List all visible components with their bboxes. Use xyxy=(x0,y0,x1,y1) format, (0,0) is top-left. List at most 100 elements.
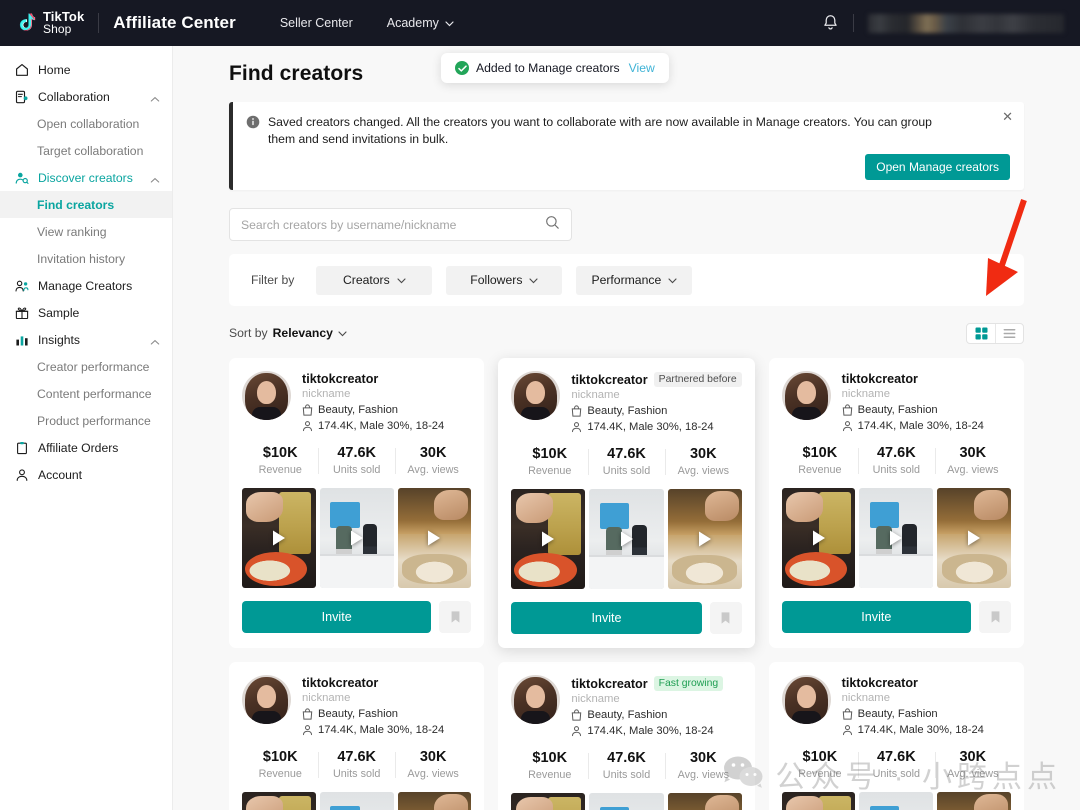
video-thumbnail[interactable] xyxy=(859,488,933,588)
sidebar-item-collaboration[interactable]: Collaboration xyxy=(0,83,172,110)
chevron-down-icon xyxy=(397,273,406,287)
home-icon xyxy=(14,62,29,77)
list-icon xyxy=(1003,328,1016,339)
sidebar-item-creator-performance[interactable]: Creator performance xyxy=(0,353,172,380)
bag-icon xyxy=(571,405,582,417)
bookmark-button[interactable] xyxy=(439,601,471,633)
creator-header: tiktokcreator Fast growing nickname Beau… xyxy=(511,675,741,737)
creator-card[interactable]: tiktokcreator nickname Beauty, Fashion 1… xyxy=(229,358,484,648)
sidebar-item-find-creators[interactable]: Find creators xyxy=(0,191,172,218)
sidebar-item-invitation-history[interactable]: Invitation history xyxy=(0,245,172,272)
creator-card[interactable]: tiktokcreator nickname Beauty, Fashion 1… xyxy=(229,662,484,810)
play-icon xyxy=(888,529,904,547)
sidebar-item-manage-creators[interactable]: Manage Creators xyxy=(0,272,172,299)
invite-button[interactable]: Invite xyxy=(242,601,431,633)
creator-categories-text: Beauty, Fashion xyxy=(858,708,938,720)
view-mode-toggle xyxy=(966,323,1024,344)
info-banner: ✕ Saved creators changed. All the creato… xyxy=(229,102,1024,190)
search-creators-box[interactable] xyxy=(229,208,572,241)
search-input[interactable] xyxy=(241,218,545,232)
stat-revenue: $10K Revenue xyxy=(511,446,588,477)
grid-view-button[interactable] xyxy=(967,324,995,343)
stat-units-sold-value: 47.6K xyxy=(858,749,934,765)
stat-revenue-label: Revenue xyxy=(511,465,588,477)
sidebar-item-product-performance[interactable]: Product performance xyxy=(0,407,172,434)
chevron-up-icon[interactable] xyxy=(150,173,160,183)
chevron-down-icon xyxy=(668,273,677,287)
bookmark-button[interactable] xyxy=(710,602,742,634)
stat-units-sold-label: Units sold xyxy=(858,464,934,476)
play-icon xyxy=(271,529,287,547)
video-thumbnail[interactable] xyxy=(937,488,1011,588)
creator-username-row: tiktokcreator xyxy=(842,676,1011,690)
video-thumbnail[interactable] xyxy=(320,488,394,588)
sidebar-item-account[interactable]: Account xyxy=(0,461,172,488)
creator-actions: Invite xyxy=(511,602,741,634)
chevron-up-icon[interactable] xyxy=(150,92,160,102)
sidebar-item-sample-label: Sample xyxy=(38,306,160,320)
sidebar-item-discover-creators[interactable]: Discover creators xyxy=(0,164,172,191)
bookmark-button[interactable] xyxy=(979,601,1011,633)
video-thumbnail[interactable] xyxy=(242,792,316,810)
sidebar-item-insights[interactable]: Insights xyxy=(0,326,172,353)
sidebar-item-view-ranking[interactable]: View ranking xyxy=(0,218,172,245)
video-thumbnail[interactable] xyxy=(668,793,742,810)
sidebar-item-affiliate-orders[interactable]: Affiliate Orders xyxy=(0,434,172,461)
search-icon[interactable] xyxy=(545,215,560,235)
tiktok-shop-logo[interactable]: TikTok Shop xyxy=(16,11,84,35)
tiktok-note-icon xyxy=(16,12,36,34)
invite-button[interactable]: Invite xyxy=(511,602,701,634)
sidebar-item-content-performance[interactable]: Content performance xyxy=(0,380,172,407)
avatar xyxy=(782,675,831,724)
brand-line-2: Shop xyxy=(43,23,84,35)
video-thumbnail[interactable] xyxy=(589,793,663,810)
main-content: Find creators Added to Manage creators V… xyxy=(173,46,1080,810)
stat-avg-views-value: 30K xyxy=(935,749,1011,765)
filter-chip-performance[interactable]: Performance xyxy=(576,266,692,295)
video-thumbnail[interactable] xyxy=(859,792,933,810)
grid-icon xyxy=(975,327,988,340)
sidebar-item-home[interactable]: Home xyxy=(0,56,172,83)
avatar xyxy=(242,675,291,724)
creator-card[interactable]: tiktokcreator nickname Beauty, Fashion 1… xyxy=(769,358,1024,648)
video-thumbnail[interactable] xyxy=(782,488,856,588)
video-thumbnail[interactable] xyxy=(398,792,472,810)
creator-card[interactable]: tiktokcreator Fast growing nickname Beau… xyxy=(498,662,754,810)
user-account-blurred[interactable] xyxy=(868,14,1064,33)
sidebar-item-sample[interactable]: Sample xyxy=(0,299,172,326)
close-icon[interactable]: ✕ xyxy=(1002,110,1013,123)
sidebar-item-product-performance-label: Product performance xyxy=(37,414,160,428)
video-thumbnail[interactable] xyxy=(589,489,663,589)
video-thumbnail[interactable] xyxy=(668,489,742,589)
video-thumbnail[interactable] xyxy=(511,793,585,810)
video-thumbnail[interactable] xyxy=(937,792,1011,810)
stat-avg-views-label: Avg. views xyxy=(395,768,471,780)
invite-button[interactable]: Invite xyxy=(782,601,971,633)
filter-chip-followers[interactable]: Followers xyxy=(446,266,562,295)
topbar-divider xyxy=(853,14,854,32)
sidebar-item-target-collaboration[interactable]: Target collaboration xyxy=(0,137,172,164)
bell-icon[interactable] xyxy=(822,14,839,32)
creator-badge: Partnered before xyxy=(654,372,742,387)
topnav-academy[interactable]: Academy xyxy=(387,16,454,30)
list-view-button[interactable] xyxy=(995,324,1023,343)
creator-stats: $10K Revenue 47.6K Units sold 30K Avg. v… xyxy=(242,749,471,780)
video-thumbnail[interactable] xyxy=(320,792,394,810)
creator-username: tiktokcreator xyxy=(571,677,647,691)
toast-view-link[interactable]: View xyxy=(629,61,655,75)
video-thumbnail[interactable] xyxy=(782,792,856,810)
stat-avg-views: 30K Avg. views xyxy=(665,446,742,477)
open-manage-creators-button[interactable]: Open Manage creators xyxy=(865,154,1010,180)
filter-chip-creators[interactable]: Creators xyxy=(316,266,432,295)
video-thumbnail[interactable] xyxy=(398,488,472,588)
topnav-seller-center[interactable]: Seller Center xyxy=(280,16,353,30)
video-thumbnail[interactable] xyxy=(511,489,585,589)
sort-by-control[interactable]: Sort by Relevancy xyxy=(229,326,347,340)
chevron-up-icon[interactable] xyxy=(150,335,160,345)
creator-identity: tiktokcreator nickname Beauty, Fashion 1… xyxy=(302,371,471,432)
audience-icon xyxy=(571,421,582,433)
creator-card[interactable]: tiktokcreator nickname Beauty, Fashion 1… xyxy=(769,662,1024,810)
video-thumbnail[interactable] xyxy=(242,488,316,588)
sidebar-item-open-collaboration[interactable]: Open collaboration xyxy=(0,110,172,137)
creator-card[interactable]: tiktokcreator Partnered before nickname … xyxy=(498,358,754,648)
